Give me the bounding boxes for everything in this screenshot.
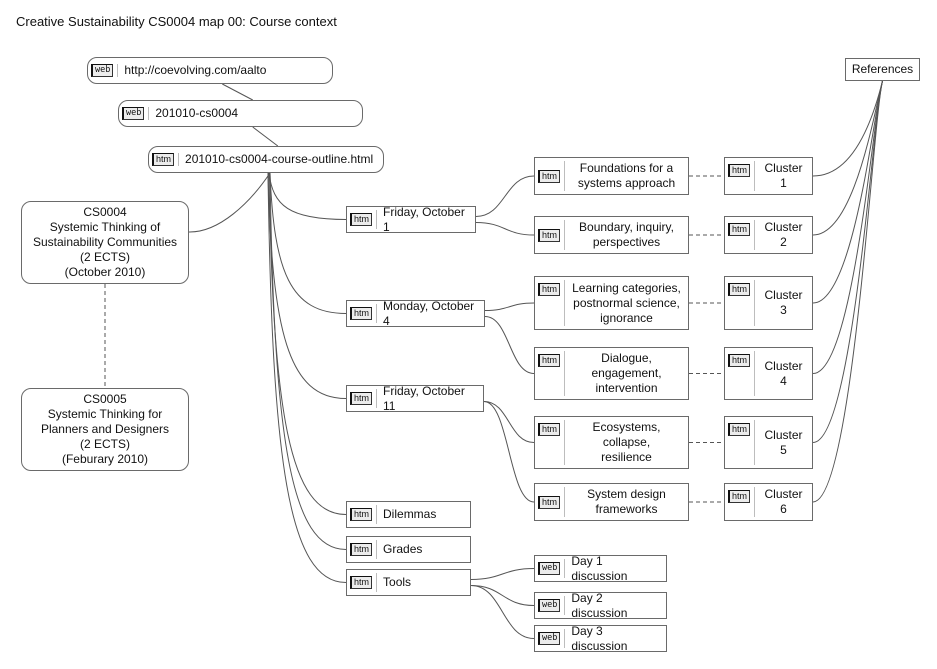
link-outline-to-dilemmas [268,172,347,515]
node-label: 201010-cs0004-course-outline.html [185,152,374,166]
node-dialogue[interactable]: htm Dialogue, engagement, intervention [534,347,689,400]
node-url[interactable]: web http://coevolving.com/aalto [87,57,333,84]
node-label: Cluster 3 [764,288,803,317]
link-fri_oct1-to-boundary [475,222,535,236]
link-tools-to-day3 [470,585,535,639]
htm-icon: htm [728,164,751,177]
link-outline-to-course_cs0004 [188,172,271,233]
node-label: Tools [383,575,412,589]
htm-icon: htm [350,576,373,589]
node-course-cs0004[interactable]: CS0004 Systemic Thinking of Sustainabili… [21,201,189,284]
node-label: CS0004 Systemic Thinking of Sustainabili… [32,205,178,279]
htm-icon: htm [350,307,373,320]
node-system-design[interactable]: htm System design frameworks [534,483,689,521]
link-fri_oct11-to-ecosystems [483,401,535,443]
node-grades[interactable]: htm Grades [346,536,471,563]
node-label: Monday, October 4 [383,298,475,328]
node-label: 201010-cs0004 [155,106,239,120]
node-label: Ecosystems, collapse, resilience [592,420,661,464]
link-tools-to-day2 [470,585,535,606]
htm-icon: htm [350,543,373,556]
node-label: Cluster 6 [764,487,803,516]
link-mon_oct4-to-dialogue [484,316,535,374]
web-icon: web [538,599,561,612]
node-foundations[interactable]: htm Foundations for a systems approach [534,157,689,195]
node-label: Cluster 2 [764,220,803,249]
node-label: Foundations for a systems approach [577,161,676,190]
link-cluster2-to-references [812,80,883,236]
node-label: Cluster 1 [764,161,803,190]
node-day-3-discussion[interactable]: web Day 3 discussion [534,623,667,653]
node-course-outline[interactable]: htm 201010-cs0004-course-outline.html [148,146,384,173]
node-day-2-discussion[interactable]: web Day 2 discussion [534,590,667,620]
node-label: CS0005 Systemic Thinking for Planners an… [40,392,170,466]
web-icon: web [538,562,561,575]
htm-icon: htm [538,495,561,509]
node-cluster-6[interactable]: htm Cluster 6 [724,483,813,521]
link-cs0004_folder-to-outline [252,126,279,147]
htm-icon: htm [728,354,751,367]
node-cluster-5[interactable]: htm Cluster 5 [724,416,813,469]
htm-icon: htm [152,153,175,166]
node-cluster-3[interactable]: htm Cluster 3 [724,276,813,330]
node-label: Dialogue, engagement, intervention [591,351,662,395]
node-ecosystems[interactable]: htm Ecosystems, collapse, resilience [534,416,689,469]
link-tools-to-day1 [470,568,535,580]
link-url-to-cs0004_folder [222,83,253,101]
htm-icon: htm [350,392,373,405]
node-boundary[interactable]: htm Boundary, inquiry, perspectives [534,216,689,254]
htm-icon: htm [728,223,751,236]
node-cluster-1[interactable]: htm Cluster 1 [724,157,813,195]
htm-icon: htm [538,354,561,367]
node-learning-categories[interactable]: htm Learning categories, postnormal scie… [534,276,689,330]
node-label: Day 2 discussion [571,590,628,620]
node-tools[interactable]: htm Tools [346,569,471,596]
web-icon: web [122,107,145,120]
node-day-1-discussion[interactable]: web Day 1 discussion [534,553,667,583]
htm-icon: htm [728,423,751,436]
htm-icon: htm [728,490,751,503]
link-outline-to-mon_oct4 [269,172,347,314]
link-mon_oct4-to-learning [484,302,535,311]
htm-icon: htm [538,169,561,183]
htm-icon: htm [538,423,561,436]
node-references[interactable]: References [845,58,920,81]
web-icon: web [91,64,114,77]
web-icon: web [538,632,561,645]
node-label: Friday, October 11 [383,383,465,413]
link-outline-to-fri_oct11 [267,172,347,399]
node-label: Dilemmas [383,507,437,521]
node-label: Cluster 5 [764,427,803,457]
link-cluster6-to-references [812,80,883,503]
link-outline-to-grades [269,172,347,550]
node-label: Boundary, inquiry, perspectives [579,220,674,249]
node-label: Learning categories, postnormal science,… [572,280,681,325]
node-dilemmas[interactable]: htm Dilemmas [346,501,471,528]
node-friday-october-11[interactable]: htm Friday, October 11 [346,383,484,413]
node-label: Day 1 discussion [571,553,628,583]
node-label: References [851,62,914,76]
node-label: Grades [383,542,423,556]
htm-icon: htm [538,283,561,296]
htm-icon: htm [350,508,373,521]
node-cluster-4[interactable]: htm Cluster 4 [724,347,813,400]
link-outline-to-fri_oct1 [268,172,347,220]
node-course-cs0005[interactable]: CS0005 Systemic Thinking for Planners an… [21,388,189,471]
htm-icon: htm [538,228,561,242]
node-friday-october-1[interactable]: htm Friday, October 1 [346,204,476,234]
link-fri_oct1-to-foundations [475,175,535,217]
htm-icon: htm [728,283,751,296]
node-monday-october-4[interactable]: htm Monday, October 4 [346,298,485,328]
node-label: Friday, October 1 [383,204,465,234]
node-cluster-2[interactable]: htm Cluster 2 [724,216,813,254]
node-label: Cluster 4 [764,358,803,388]
node-cs0004-folder[interactable]: web 201010-cs0004 [118,100,363,127]
node-label: http://coevolving.com/aalto [124,63,267,77]
node-label: Day 3 discussion [571,623,628,653]
link-fri_oct11-to-sysdesign [483,401,535,503]
node-label: System design frameworks [587,487,666,516]
htm-icon: htm [350,213,373,226]
